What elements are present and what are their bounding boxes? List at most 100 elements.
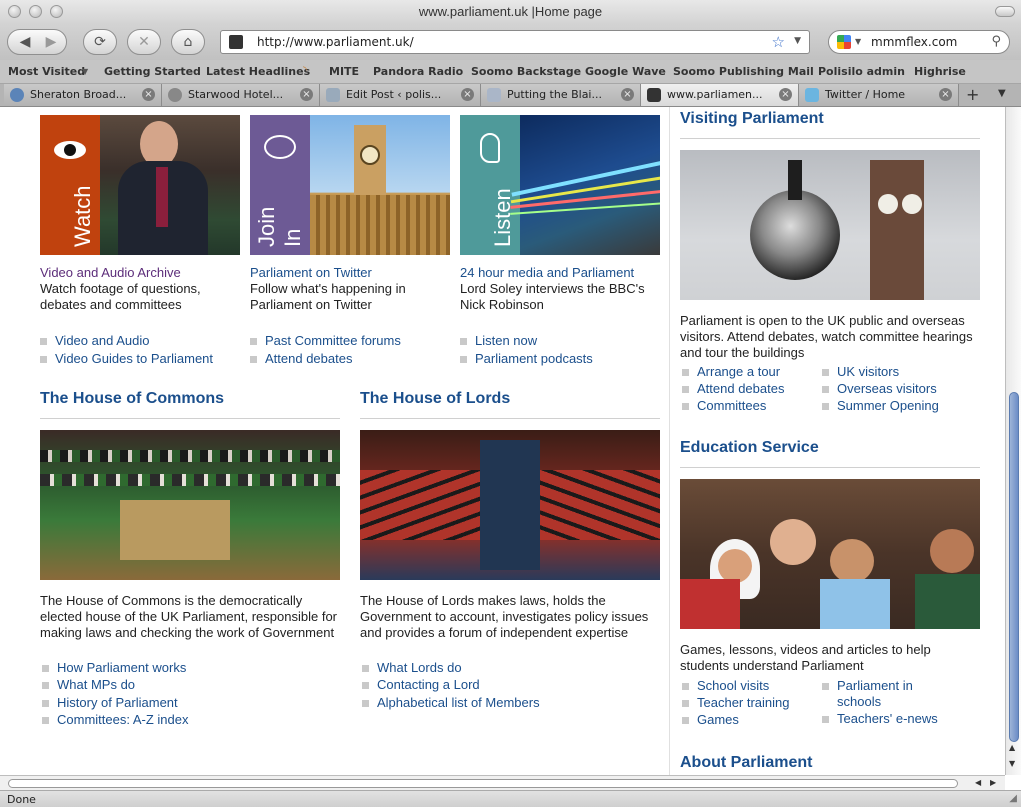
bookmark-soomo-backstage[interactable]: Soomo Backstage <box>471 65 581 78</box>
visiting-parliament-heading[interactable]: Visiting Parliament <box>680 110 824 128</box>
tab-close-icon[interactable]: × <box>300 88 313 101</box>
what-lords-do-link[interactable]: What Lords do <box>362 660 462 675</box>
education-students-photo[interactable] <box>680 479 980 629</box>
vertical-scroll-thumb[interactable] <box>1009 392 1019 742</box>
bookmark-most-visited[interactable]: Most Visited <box>8 65 85 78</box>
arrange-a-tour-link[interactable]: Arrange a tour <box>682 364 780 379</box>
tab-putting-the-blai[interactable]: Putting the Blai... × <box>481 84 641 106</box>
magnifier-icon[interactable]: ⚲ <box>991 34 1001 49</box>
bookmark-polisilo-admin[interactable]: Polisilo admin <box>818 65 905 78</box>
watch-feature-image[interactable]: Watch <box>40 115 240 255</box>
horizontal-scrollbar[interactable]: ◀ ▶ <box>0 775 1005 790</box>
uk-visitors-link[interactable]: UK visitors <box>822 364 899 379</box>
most-visited-dropdown-icon[interactable]: ▼ <box>82 67 88 76</box>
search-input[interactable]: mmmflex.com <box>871 35 957 49</box>
tab-close-icon[interactable]: × <box>142 88 155 101</box>
link-label: Video and Audio <box>55 333 150 348</box>
tab-label: www.parliamen... <box>667 88 763 101</box>
what-mps-do-link[interactable]: What MPs do <box>42 677 135 692</box>
scroll-left-arrow-icon[interactable]: ◀ <box>975 778 981 787</box>
summer-opening-link[interactable]: Summer Opening <box>822 398 939 413</box>
committees-a-z-link[interactable]: Committees: A-Z index <box>42 712 189 727</box>
link-label: Alphabetical list of Members <box>377 695 540 710</box>
scroll-down-arrow-icon[interactable]: ▼ <box>1009 759 1015 768</box>
horizontal-scroll-thumb[interactable] <box>8 779 958 788</box>
bullet-square <box>250 338 257 346</box>
url-dropdown-icon[interactable]: ▼ <box>794 36 801 46</box>
contacting-a-lord-link[interactable]: Contacting a Lord <box>362 677 480 692</box>
tab-close-icon[interactable]: × <box>779 88 792 101</box>
tab-twitter[interactable]: Twitter / Home × <box>799 84 959 106</box>
browser-window: www.parliament.uk |Home page ◀ ▶ ⟳ ✕ ⌂ h… <box>0 0 1021 807</box>
url-bar[interactable]: http://www.parliament.uk/ ☆ ▼ <box>220 30 810 54</box>
visiting-lamp-photo[interactable] <box>680 150 980 300</box>
clock-face-shape <box>878 194 898 214</box>
tab-parliament[interactable]: www.parliamen... × <box>641 84 799 106</box>
alphabetical-members-link[interactable]: Alphabetical list of Members <box>362 695 540 710</box>
bookmark-pandora-radio[interactable]: Pandora Radio <box>373 65 463 78</box>
new-tab-plus-icon[interactable]: + <box>966 85 979 104</box>
search-bar[interactable]: ▼ mmmflex.com ⚲ <box>828 30 1010 54</box>
link-label: How Parliament works <box>57 660 187 675</box>
video-and-audio-link[interactable]: Video and Audio <box>40 333 149 348</box>
list-tabs-icon[interactable]: ▼ <box>998 88 1006 99</box>
tab-close-icon[interactable]: × <box>461 88 474 101</box>
bookmark-star-icon[interactable]: ☆ <box>772 33 785 51</box>
scroll-right-arrow-icon[interactable]: ▶ <box>990 778 996 787</box>
join-in-feature-image[interactable]: Join In <box>250 115 450 255</box>
stop-button[interactable]: ✕ <box>127 29 161 55</box>
resize-grip-icon[interactable]: ◢ <box>1009 793 1017 804</box>
tab-close-icon[interactable]: × <box>939 88 952 101</box>
how-parliament-works-link[interactable]: How Parliament works <box>42 660 186 675</box>
home-button[interactable]: ⌂ <box>171 29 205 55</box>
history-of-parliament-link[interactable]: History of Parliament <box>42 695 178 710</box>
parliament-in-schools-link[interactable]: Parliament in schools <box>822 678 932 710</box>
listen-now-link[interactable]: Listen now <box>460 333 537 348</box>
tab-close-icon[interactable]: × <box>621 88 634 101</box>
bookmark-soomo-publishing-mail[interactable]: Soomo Publishing Mail <box>673 65 814 78</box>
zoom-window-button[interactable] <box>50 5 63 18</box>
house-of-commons-heading[interactable]: The House of Commons <box>40 390 224 408</box>
toolbar-toggle-button[interactable] <box>995 6 1015 17</box>
attend-debates-link[interactable]: Attend debates <box>250 351 352 366</box>
lords-chamber-photo[interactable] <box>360 430 660 580</box>
url-input[interactable]: http://www.parliament.uk/ <box>257 35 414 49</box>
minimize-window-button[interactable] <box>29 5 42 18</box>
bookmark-highrise[interactable]: Highrise <box>914 65 966 78</box>
listen-feature-image[interactable]: Listen <box>460 115 660 255</box>
about-parliament-heading[interactable]: About Parliament <box>680 754 812 772</box>
tab-starwood[interactable]: Starwood Hotel... × <box>162 84 320 106</box>
commons-chamber-photo[interactable] <box>40 430 340 580</box>
committees-link[interactable]: Committees <box>682 398 766 413</box>
google-search-engine-icon[interactable] <box>837 35 851 49</box>
past-committee-forums-link[interactable]: Past Committee forums <box>250 333 401 348</box>
games-link[interactable]: Games <box>682 712 739 727</box>
house-of-lords-heading[interactable]: The House of Lords <box>360 390 510 408</box>
vertical-scrollbar[interactable]: ▲ ▼ <box>1005 107 1021 775</box>
reload-icon: ⟳ <box>94 34 106 50</box>
bookmark-google-wave[interactable]: Google Wave <box>585 65 666 78</box>
reload-button[interactable]: ⟳ <box>83 29 117 55</box>
close-window-button[interactable] <box>8 5 21 18</box>
parliament-podcasts-link[interactable]: Parliament podcasts <box>460 351 593 366</box>
education-service-heading[interactable]: Education Service <box>680 439 819 457</box>
video-audio-archive-link[interactable]: Video and Audio Archive <box>40 265 181 280</box>
status-text: Done <box>7 793 36 806</box>
bookmark-getting-started[interactable]: Getting Started <box>104 65 201 78</box>
bookmark-mite[interactable]: MITE <box>329 65 359 78</box>
visiting-attend-debates-link[interactable]: Attend debates <box>682 381 784 396</box>
tab-sheraton[interactable]: Sheraton Broad... × <box>4 84 162 106</box>
bookmark-latest-headlines[interactable]: Latest Headlines <box>206 65 310 78</box>
overseas-visitors-link[interactable]: Overseas visitors <box>822 381 937 396</box>
engine-dropdown-icon[interactable]: ▼ <box>855 37 861 46</box>
school-visits-link[interactable]: School visits <box>682 678 769 693</box>
parliament-on-twitter-link[interactable]: Parliament on Twitter <box>250 265 372 280</box>
tab-edit-post[interactable]: Edit Post ‹ polis... × <box>320 84 481 106</box>
video-guides-link[interactable]: Video Guides to Parliament <box>40 351 213 366</box>
media-and-parliament-link[interactable]: 24 hour media and Parliament <box>460 265 634 280</box>
teachers-enews-link[interactable]: Teachers' e-news <box>822 711 938 726</box>
forward-button[interactable]: ▶ <box>38 30 64 54</box>
teacher-training-link[interactable]: Teacher training <box>682 695 790 710</box>
scroll-up-arrow-icon[interactable]: ▲ <box>1009 743 1015 752</box>
back-button[interactable]: ◀ <box>12 30 38 54</box>
